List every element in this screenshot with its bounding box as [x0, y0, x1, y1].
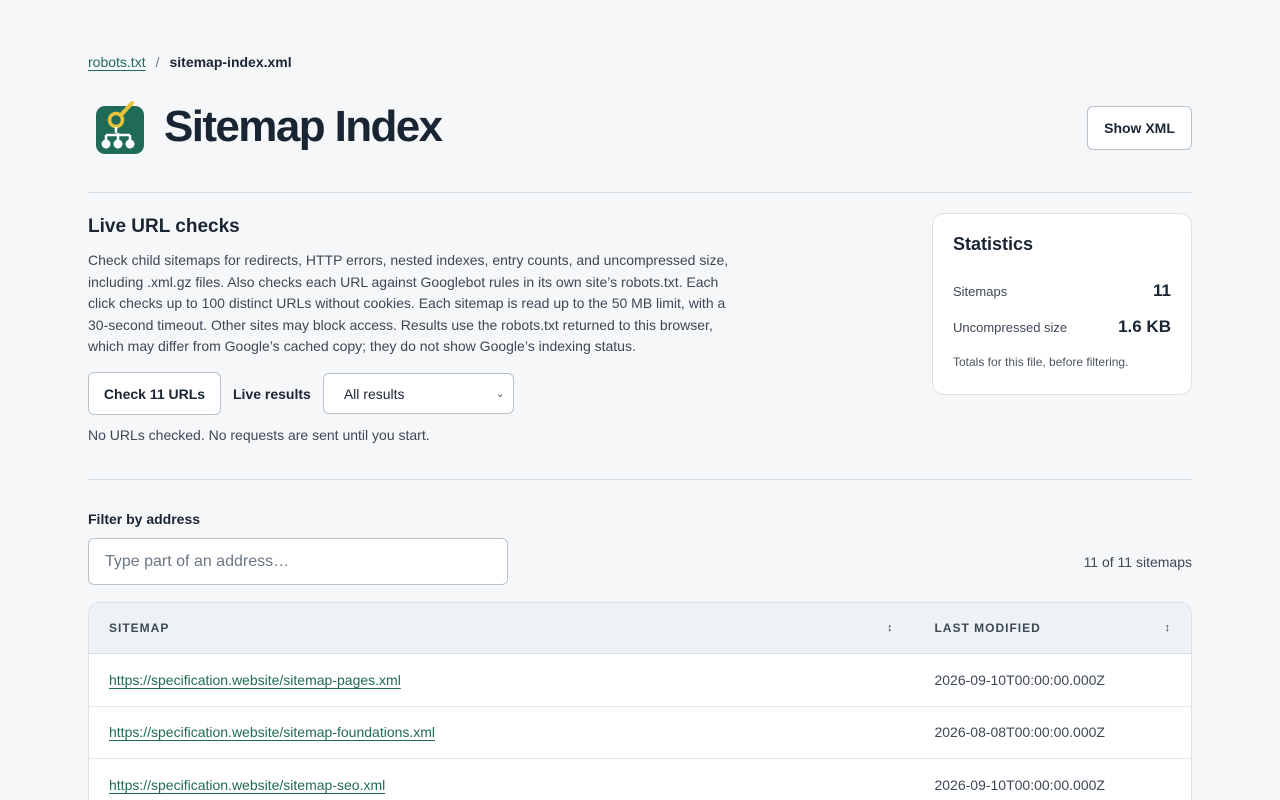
live-url-checks-section: Live URL checks Check child sitemaps for… [88, 216, 748, 358]
column-header-label: SITEMAP [109, 621, 170, 635]
table-header: SITEMAP ↕ LAST MODIFIED ↕ [89, 603, 1191, 654]
stat-label: Sitemaps [953, 283, 1008, 299]
section-divider [88, 479, 1192, 480]
column-header-sitemap[interactable]: SITEMAP ↕ [89, 621, 913, 635]
sitemap-logo-icon [96, 101, 144, 154]
last-modified-cell: 2026-08-08T00:00:00.000Z [934, 724, 1105, 741]
results-filter-select[interactable]: All results ⌄ [322, 373, 514, 414]
sitemap-link[interactable]: https://specification.website/sitemap-se… [109, 777, 385, 793]
breadcrumb-robots-link[interactable]: robots.txt [88, 54, 146, 70]
stat-value: 11 [1153, 281, 1171, 300]
sitemap-table: SITEMAP ↕ LAST MODIFIED ↕ https://specif… [88, 602, 1192, 800]
table-row: https://specification.website/sitemap-fo… [89, 707, 1191, 759]
breadcrumb: robots.txt / sitemap-index.xml [88, 54, 292, 70]
show-xml-button[interactable]: Show XML [1087, 106, 1192, 150]
breadcrumb-current: sitemap-index.xml [169, 54, 292, 70]
table-row: https://specification.website/sitemap-pa… [89, 654, 1191, 707]
sitemap-link[interactable]: https://specification.website/sitemap-fo… [109, 724, 435, 740]
chevron-down-icon: ⌄ [495, 388, 505, 400]
header-divider [88, 192, 1192, 193]
last-modified-cell: 2026-09-10T00:00:00.000Z [934, 776, 1105, 793]
sitemap-cell: https://specification.website/sitemap-fo… [89, 724, 913, 740]
filter-address-input[interactable] [88, 538, 508, 585]
stat-label: Uncompressed size [953, 319, 1068, 335]
statistics-heading: Statistics [953, 234, 1034, 254]
stat-value: 1.6 KB [1118, 317, 1171, 336]
filter-label: Filter by address [88, 511, 201, 527]
sort-icon[interactable]: ↕ [887, 622, 894, 634]
breadcrumb-separator: / [155, 54, 160, 70]
live-checks-status: No URLs checked. No requests are sent un… [88, 427, 430, 443]
check-urls-button[interactable]: Check 11 URLs [88, 372, 221, 415]
sitemap-cell: https://specification.website/sitemap-se… [89, 777, 913, 793]
sitemap-cell: https://specification.website/sitemap-pa… [89, 672, 913, 688]
sitemap-count: 11 of 11 sitemaps [1083, 554, 1192, 570]
last-modified-cell: 2026-09-10T00:00:00.000Z [934, 671, 1105, 688]
live-results-label: Live results [233, 385, 311, 402]
stat-row-uncompressed-size: Uncompressed size 1.6 KB [953, 309, 1171, 345]
live-checks-controls: Check 11 URLs Live results All results ⌄ [88, 372, 514, 415]
live-checks-heading: Live URL checks [88, 216, 240, 237]
page-header: Sitemap Index Show XML [88, 96, 1192, 160]
column-header-last-modified[interactable]: LAST MODIFIED ↕ [913, 621, 1191, 635]
statistics-note: Totals for this file, before filtering. [953, 355, 1129, 369]
stat-row-sitemaps: Sitemaps 11 [953, 273, 1171, 309]
statistics-card: Statistics Sitemaps 11 Uncompressed size… [932, 213, 1192, 395]
live-checks-description: Check child sitemaps for redirects, HTTP… [88, 252, 729, 354]
page-title: Sitemap Index [164, 102, 443, 151]
table-row: https://specification.website/sitemap-se… [89, 759, 1191, 800]
sort-icon[interactable]: ↕ [1165, 622, 1172, 634]
column-header-label: LAST MODIFIED [934, 621, 1041, 635]
sitemap-link[interactable]: https://specification.website/sitemap-pa… [109, 672, 401, 688]
results-filter-value: All results [343, 385, 405, 402]
